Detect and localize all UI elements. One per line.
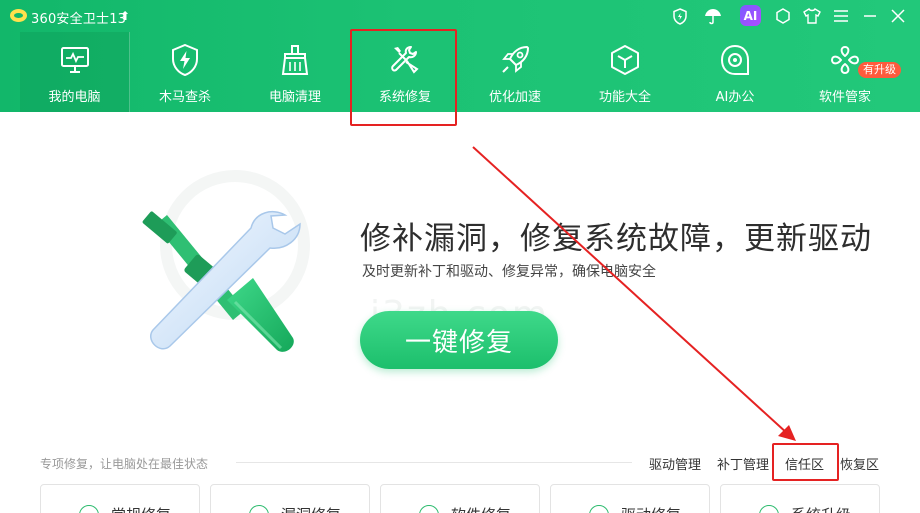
- app-icon: [419, 505, 439, 513]
- card-label: 漏洞修复: [281, 504, 341, 513]
- card-system-upgrade[interactable]: 系统升级: [720, 484, 880, 513]
- card-software-repair[interactable]: 软件修复: [380, 484, 540, 513]
- annotation-arrow-icon: [472, 146, 796, 441]
- shield-icon: [79, 505, 99, 513]
- card-label: 软件修复: [451, 504, 511, 513]
- link-patch-management[interactable]: 补丁管理: [717, 454, 769, 473]
- chip-icon: [589, 505, 609, 513]
- card-routine-repair[interactable]: 常规修复: [40, 484, 200, 513]
- card-label: 常规修复: [111, 504, 171, 513]
- card-driver-repair[interactable]: 驱动修复: [550, 484, 710, 513]
- link-driver-management[interactable]: 驱动管理: [649, 454, 701, 473]
- card-label: 系统升级: [791, 504, 851, 513]
- card-vulnerability-repair[interactable]: 漏洞修复: [210, 484, 370, 513]
- card-label: 驱动修复: [621, 504, 681, 513]
- bug-icon: [249, 505, 269, 513]
- link-trust-zone[interactable]: 信任区: [785, 454, 824, 473]
- divider: [236, 462, 632, 463]
- section-label: 专项修复，让电脑处在最佳状态: [40, 457, 209, 471]
- link-restore-zone[interactable]: 恢复区: [840, 454, 879, 473]
- upgrade-icon: [759, 505, 779, 513]
